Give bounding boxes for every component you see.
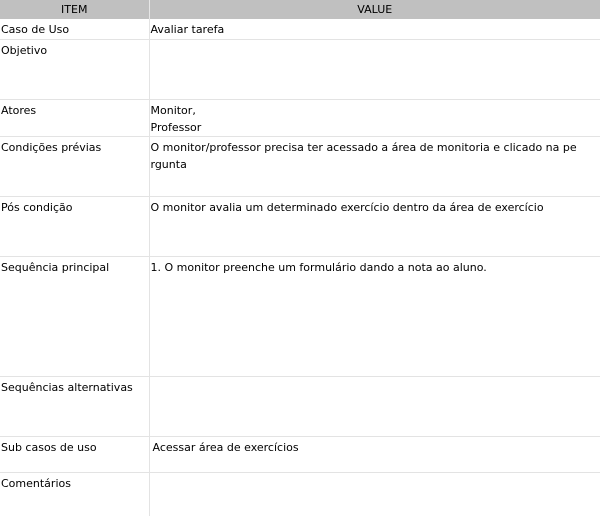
value-cell-condicoes-previas[interactable]: O monitor/professor precisa ter acessado… — [149, 136, 600, 197]
table-row: Objetivo — [0, 39, 600, 100]
table-row: Sub casos de uso Acessar área de exercíc… — [0, 436, 600, 473]
item-cell-condicoes-previas[interactable]: Condições prévias — [0, 136, 150, 197]
value-cell-atores[interactable]: Monitor, Professor — [149, 99, 600, 137]
actor-professor: Professor — [150, 120, 202, 134]
value-cell-pos-condicao[interactable]: O monitor avalia um determinado exercíci… — [149, 196, 600, 257]
item-cell-pos-condicao[interactable]: Pós condição — [0, 196, 150, 257]
value-column-header[interactable]: VALUE — [149, 0, 600, 19]
table-row: Pós condição O monitor avalia um determi… — [0, 196, 600, 257]
value-cell-sub-casos-de-uso[interactable]: Acessar área de exercícios — [149, 436, 600, 473]
value-cell-comentarios[interactable] — [149, 472, 600, 516]
item-cell-sub-casos-de-uso[interactable]: Sub casos de uso — [0, 436, 150, 473]
item-cell-comentarios[interactable]: Comentários — [0, 472, 150, 516]
item-cell-caso-de-uso[interactable]: Caso de Uso — [0, 19, 150, 40]
use-case-sheet: ITEM VALUE Caso de Uso Avaliar tarefa Ob… — [0, 0, 600, 516]
item-cell-sequencias-alternativas[interactable]: Sequências alternativas — [0, 376, 150, 437]
table-row: Comentários — [0, 472, 600, 516]
table-row: Sequências alternativas — [0, 376, 600, 437]
item-cell-atores[interactable]: Atores — [0, 99, 150, 137]
table-row: Atores Monitor, Professor — [0, 99, 600, 137]
value-cell-caso-de-uso[interactable]: Avaliar tarefa — [149, 19, 600, 40]
actor-monitor: Monitor, — [150, 103, 196, 117]
item-column-header[interactable]: ITEM — [0, 0, 150, 19]
table-row: Condições prévias O monitor/professor pr… — [0, 136, 600, 197]
value-cell-sequencia-principal[interactable]: 1. O monitor preenche um formulário dand… — [149, 256, 600, 377]
value-cell-objetivo[interactable] — [149, 39, 600, 100]
item-cell-sequencia-principal[interactable]: Sequência principal — [0, 256, 150, 377]
item-cell-objetivo[interactable]: Objetivo — [0, 39, 150, 100]
table-row: Caso de Uso Avaliar tarefa — [0, 19, 600, 40]
header-row: ITEM VALUE — [0, 0, 600, 19]
table-row: Sequência principal 1. O monitor preench… — [0, 256, 600, 377]
use-case-table: ITEM VALUE Caso de Uso Avaliar tarefa Ob… — [0, 0, 600, 516]
value-cell-sequencias-alternativas[interactable] — [149, 376, 600, 437]
